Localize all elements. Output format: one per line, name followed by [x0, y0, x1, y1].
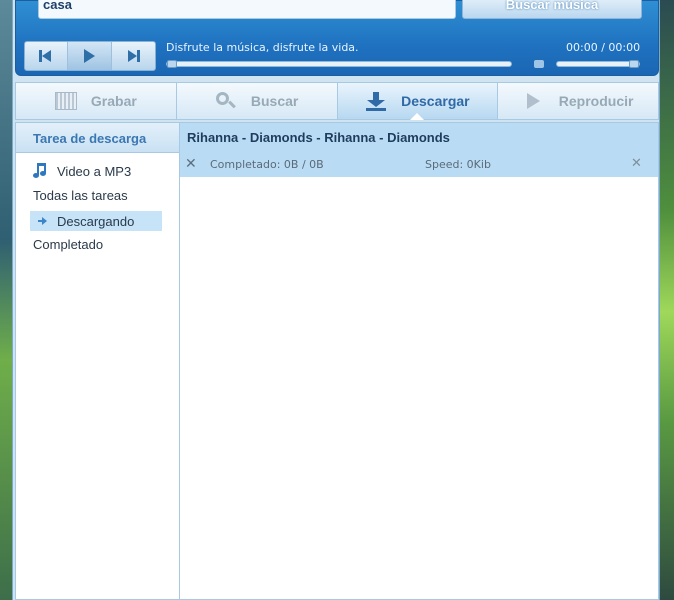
- transport-controls: [24, 41, 156, 71]
- volume-slider[interactable]: [556, 60, 640, 68]
- progress-slider[interactable]: [166, 60, 512, 68]
- download-sidebar: Tarea de descarga Video a MP3 Todas las …: [15, 122, 180, 600]
- sidebar-item-completed[interactable]: Completado: [33, 237, 103, 252]
- download-status: Completado: 0B / 0B: [210, 158, 324, 171]
- app-window: casa Buscar música Disfrute la música, d…: [12, 0, 660, 600]
- tab-label: Grabar: [90, 93, 137, 109]
- search-icon: [215, 92, 237, 110]
- tab-label: Reproducir: [558, 93, 634, 109]
- next-button[interactable]: [112, 42, 155, 70]
- sidebar-item-all-tasks[interactable]: Todas las tareas: [33, 188, 128, 203]
- tab-label: Descargar: [401, 93, 470, 109]
- player-panel: casa Buscar música Disfrute la música, d…: [15, 0, 659, 76]
- download-icon: [365, 92, 387, 111]
- skip-next-icon: [126, 50, 141, 62]
- record-icon: [54, 92, 77, 110]
- tab-descargar[interactable]: Descargar: [336, 82, 498, 120]
- sidebar-header: Tarea de descarga: [16, 123, 179, 153]
- volume-icon: [534, 60, 544, 68]
- playback-time: 00:00 / 00:00: [566, 41, 641, 54]
- play-icon: [523, 92, 545, 110]
- arrow-right-icon: [38, 217, 47, 225]
- download-speed: Speed: 0Kib: [425, 158, 491, 171]
- tab-buscar[interactable]: Buscar: [175, 82, 337, 120]
- sidebar-item-label: Video a MP3: [57, 163, 132, 179]
- search-input[interactable]: casa: [38, 0, 456, 19]
- tab-reproducir[interactable]: Reproducir: [497, 82, 659, 120]
- cancel-download-icon[interactable]: ✕: [185, 156, 197, 172]
- download-list: Rihanna - Diamonds - Rihanna - Diamonds …: [180, 122, 659, 600]
- sidebar-item-label: Descargando: [57, 213, 135, 229]
- progress-slider-handle[interactable]: [167, 60, 177, 68]
- remove-download-icon[interactable]: ✕: [631, 156, 642, 171]
- play-icon: [84, 49, 96, 63]
- desktop-background-right: [658, 0, 674, 600]
- search-music-button[interactable]: Buscar música: [462, 0, 642, 19]
- play-button[interactable]: [68, 42, 112, 70]
- skip-previous-icon: [39, 50, 53, 62]
- sidebar-item-downloading[interactable]: Descargando: [30, 211, 162, 231]
- sidebar-item-video-to-mp3[interactable]: Video a MP3: [33, 163, 131, 179]
- download-title: Rihanna - Diamonds - Rihanna - Diamonds: [187, 130, 450, 145]
- music-note-icon: [33, 163, 47, 179]
- download-item[interactable]: Rihanna - Diamonds - Rihanna - Diamonds …: [180, 123, 658, 177]
- tab-label: Buscar: [250, 93, 299, 109]
- main-tabs: Grabar Buscar Descargar Reproducir: [15, 82, 659, 120]
- volume-slider-handle[interactable]: [629, 60, 639, 68]
- player-slogan: Disfrute la música, disfrute la vida.: [166, 41, 359, 54]
- tab-grabar[interactable]: Grabar: [15, 82, 176, 120]
- previous-button[interactable]: [25, 42, 69, 70]
